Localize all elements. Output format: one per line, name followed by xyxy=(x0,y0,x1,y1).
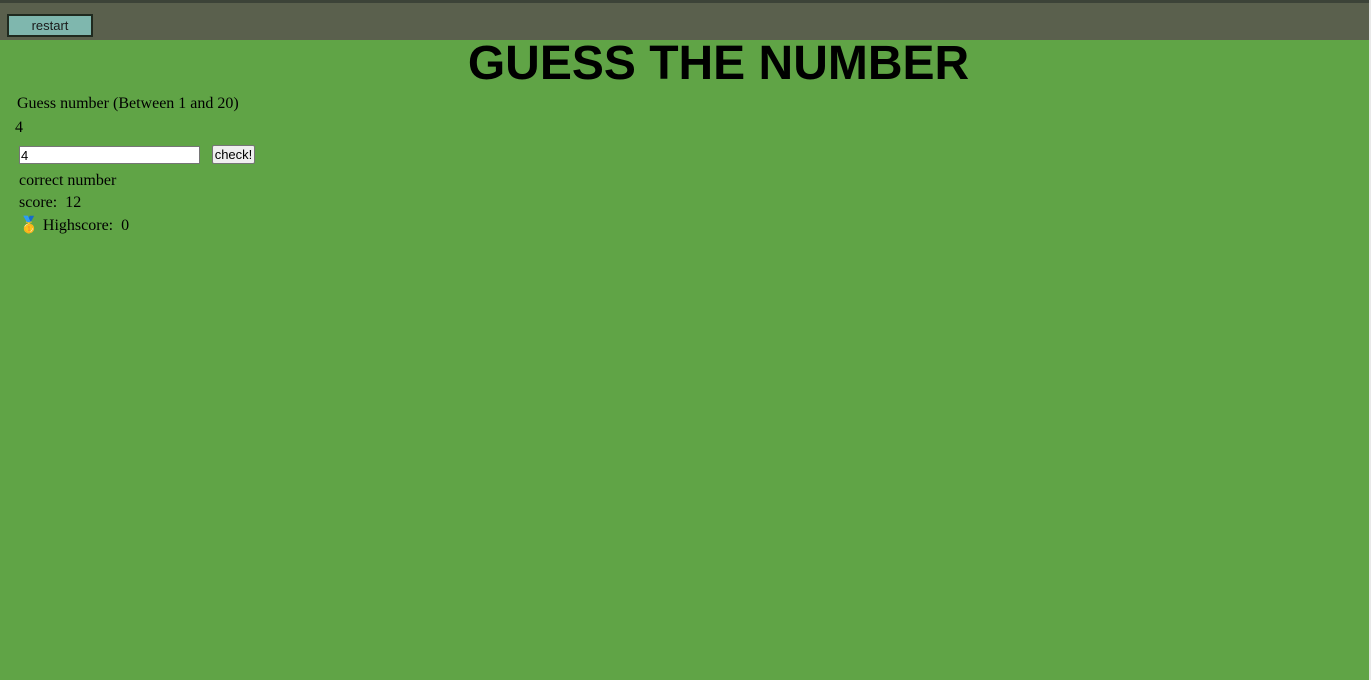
check-button[interactable]: check! xyxy=(212,145,255,164)
score-label: score: xyxy=(19,194,58,211)
highscore-value: 0 xyxy=(121,217,130,234)
score-row: score: 12 xyxy=(19,193,81,213)
highscore-label: Highscore: xyxy=(42,217,114,234)
guess-prompt: Guess number (Between 1 and 20) xyxy=(17,95,239,112)
page-title: GUESS THE NUMBER xyxy=(467,37,970,90)
guess-input[interactable] xyxy=(19,146,200,164)
top-bar: restart xyxy=(0,0,1369,40)
restart-button[interactable]: restart xyxy=(7,14,93,37)
status-message: correct number xyxy=(19,172,117,189)
score-value: 12 xyxy=(65,194,82,211)
medal-icon: 🥇 xyxy=(19,217,39,234)
highscore-row: 🥇 Highscore: 0 xyxy=(19,216,129,236)
guess-display: 4 xyxy=(15,119,23,136)
